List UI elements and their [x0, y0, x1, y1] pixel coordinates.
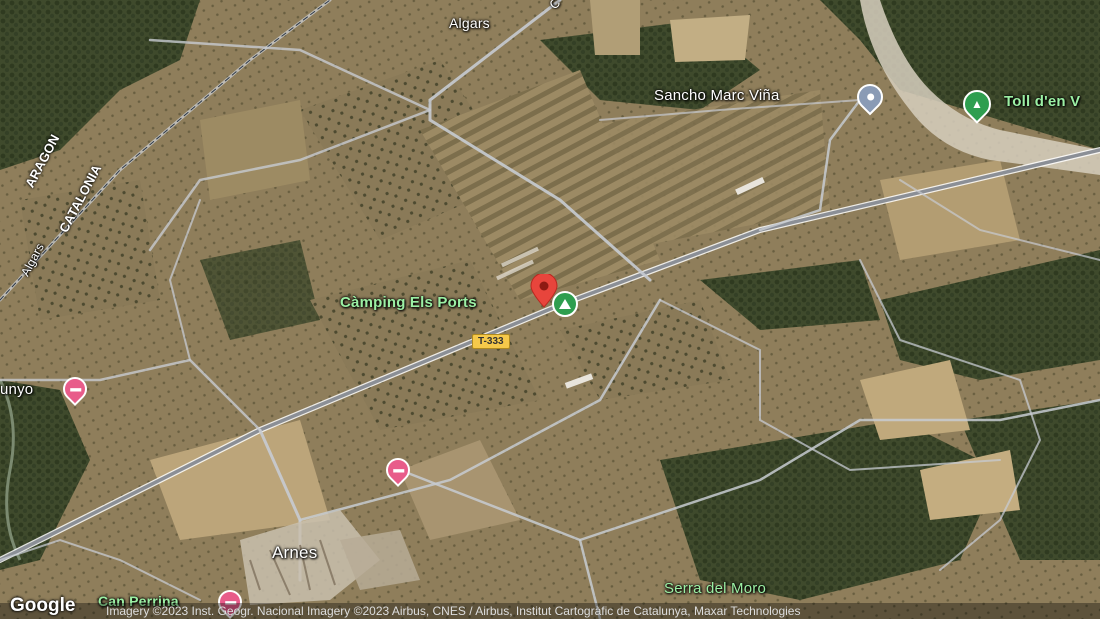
tent-icon[interactable]	[552, 291, 578, 317]
map-attribution: Imagery ©2023 Inst. Geogr. Nacional Imag…	[0, 603, 1100, 619]
place-label-camping[interactable]: Càmping Els Ports	[340, 294, 477, 311]
attribution-text: Imagery ©2023 Inst. Geogr. Nacional Imag…	[106, 604, 801, 618]
road-shield-t333: T-333	[472, 334, 510, 349]
place-label-unyo[interactable]: unyo	[0, 381, 33, 398]
place-label-serra-del-moro[interactable]: Serra del Moro	[664, 580, 766, 597]
place-label-algars[interactable]: Algars	[449, 15, 490, 31]
place-label-arnes[interactable]: Arnes	[272, 543, 317, 563]
google-logo: Google	[10, 595, 76, 616]
place-label-sancho[interactable]: Sancho Marc Viña	[654, 87, 780, 104]
place-label-toll[interactable]: Toll d'en V	[1004, 93, 1080, 110]
satellite-map[interactable]	[0, 0, 1100, 619]
